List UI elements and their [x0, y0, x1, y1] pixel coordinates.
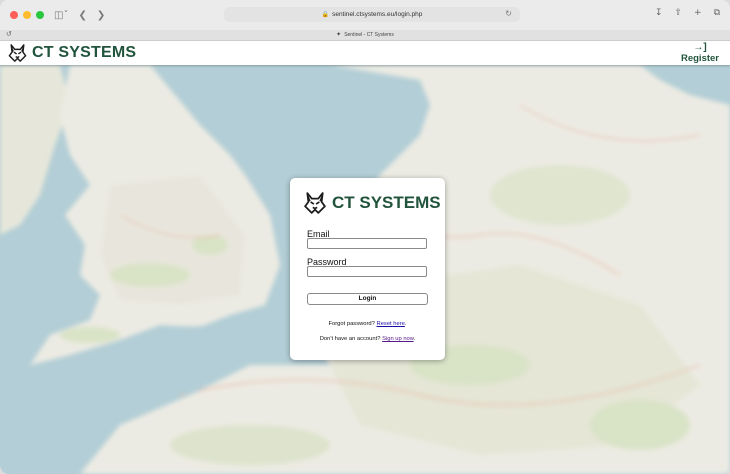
- signup-label: Don't have an account?: [319, 336, 381, 342]
- sidebar-icon[interactable]: ◫ˇ: [54, 10, 68, 21]
- browser-titlebar: ◫ˇ ❮ ❯ 🔒 sentinel.ctsystems.eu/login.php…: [0, 0, 730, 30]
- forgot-suffix: .: [404, 321, 407, 327]
- email-field[interactable]: [307, 238, 427, 249]
- signup-suffix: .: [413, 336, 416, 342]
- forgot-label: Forgot password?: [328, 321, 375, 327]
- address-bar[interactable]: 🔒 sentinel.ctsystems.eu/login.php ↻: [224, 7, 520, 22]
- fox-head-logo-icon: [8, 44, 27, 62]
- reload-icon[interactable]: ↻: [505, 9, 512, 18]
- new-tab-icon[interactable]: +: [694, 8, 702, 18]
- login-title: CT SYSTEMS: [332, 193, 441, 212]
- url-text: sentinel.ctsystems.eu/login.php: [332, 11, 423, 18]
- sign-in-icon: →]: [693, 42, 707, 53]
- brand-home-link[interactable]: CT SYSTEMS: [8, 44, 136, 62]
- login-button[interactable]: Login: [307, 293, 428, 305]
- login-brand: CT SYSTEMS: [304, 192, 441, 214]
- brand-title: CT SYSTEMS: [32, 44, 137, 61]
- minimize-window-button[interactable]: [23, 11, 31, 19]
- lock-icon: 🔒: [321, 12, 330, 18]
- forgot-password-text: Forgot password? Reset here.: [290, 321, 445, 327]
- register-label: Register: [680, 53, 719, 64]
- forward-icon[interactable]: ❯: [97, 10, 105, 21]
- reset-password-link[interactable]: Reset here: [377, 321, 405, 327]
- register-link[interactable]: →] Register: [680, 42, 720, 65]
- close-window-button[interactable]: [10, 11, 18, 19]
- login-card: CT SYSTEMS Email Password Login Forgot p…: [290, 178, 445, 360]
- tab-title: Sentinel - CT Systems: [344, 32, 394, 38]
- share-icon[interactable]: ⇧: [674, 8, 682, 18]
- download-icon[interactable]: ↧: [655, 8, 663, 18]
- signup-text: Don't have an account? Sign up now.: [290, 336, 445, 342]
- tab-bar: ↺ ✦ Sentinel - CT Systems: [0, 30, 730, 41]
- tab-overview-icon[interactable]: ⧉: [714, 8, 720, 18]
- toolbar-right: ↧ ⇧ + ⧉: [655, 8, 720, 18]
- fox-head-logo-icon: [304, 192, 326, 214]
- favicon-icon: ✦: [336, 32, 342, 38]
- app-header: CT SYSTEMS →] Register: [0, 41, 730, 65]
- zoom-window-button[interactable]: [36, 11, 44, 19]
- password-field[interactable]: [307, 266, 427, 277]
- browser-window: ◫ˇ ❮ ❯ 🔒 sentinel.ctsystems.eu/login.php…: [0, 0, 730, 474]
- window-controls: [10, 11, 44, 19]
- back-icon[interactable]: ❮: [78, 10, 86, 21]
- tab-sentinel[interactable]: ✦ Sentinel - CT Systems: [0, 31, 730, 38]
- signup-link[interactable]: Sign up now: [382, 336, 414, 342]
